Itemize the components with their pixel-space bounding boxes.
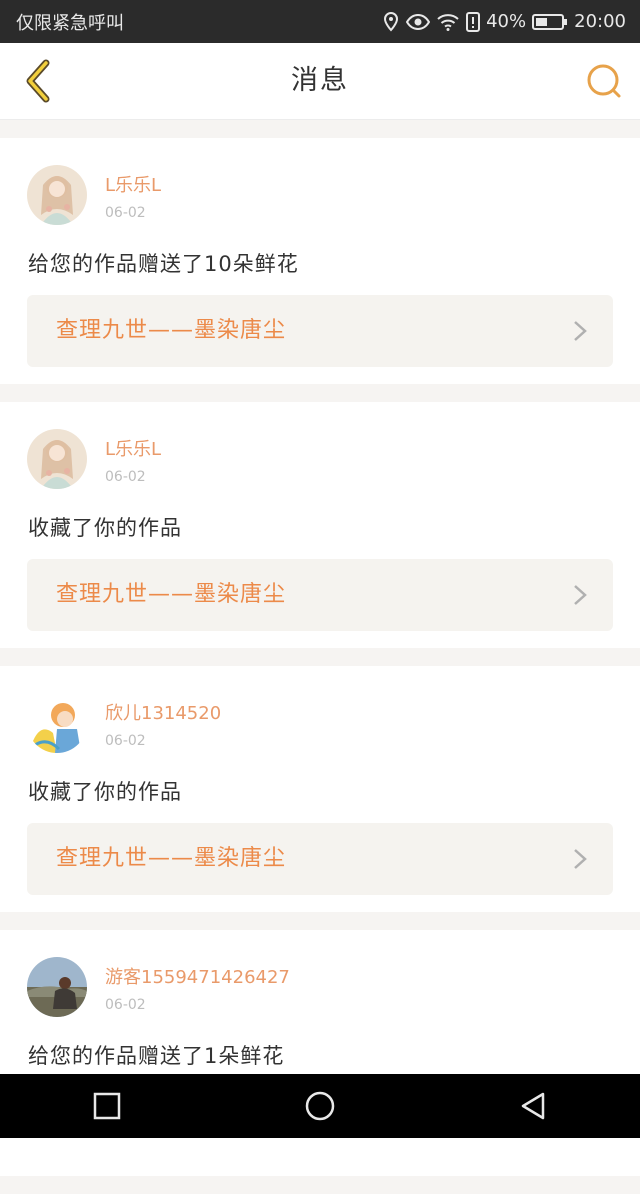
- avatar[interactable]: [27, 165, 87, 225]
- clock-time: 20:00: [574, 11, 626, 32]
- search-button[interactable]: [582, 59, 626, 103]
- username[interactable]: L乐乐L: [105, 435, 161, 461]
- page-title: 消息: [291, 65, 349, 96]
- home-button[interactable]: [285, 1081, 355, 1131]
- avatar[interactable]: [27, 429, 87, 489]
- username[interactable]: 游客1559471426427: [105, 963, 290, 989]
- message-card: L乐乐L 06-02 给您的作品赠送了10朵鲜花 查理九世——墨染唐尘: [0, 138, 640, 384]
- alert-icon: [466, 11, 481, 32]
- wifi-icon: [437, 13, 459, 31]
- work-link[interactable]: 查理九世——墨染唐尘: [27, 823, 613, 895]
- back-nav-button[interactable]: [498, 1081, 568, 1131]
- work-title: 查理九世——墨染唐尘: [56, 846, 287, 871]
- battery-percent: 40%: [486, 11, 527, 32]
- chevron-right-icon: [574, 849, 587, 869]
- work-title: 查理九世——墨染唐尘: [56, 582, 287, 607]
- message-date: 06-02: [105, 997, 146, 1013]
- message-text: 给您的作品赠送了10朵鲜花: [28, 252, 299, 276]
- work-title: 查理九世——墨染唐尘: [56, 318, 287, 343]
- back-button[interactable]: [14, 55, 60, 107]
- avatar[interactable]: [27, 693, 87, 753]
- chevron-right-icon: [574, 585, 587, 605]
- message-card: 欣儿1314520 06-02 收藏了你的作品 查理九世——墨染唐尘: [0, 666, 640, 912]
- location-icon: [384, 11, 399, 31]
- message-text: 收藏了你的作品: [28, 516, 182, 540]
- message-list: L乐乐L 06-02 给您的作品赠送了10朵鲜花 查理九世——墨染唐尘 L乐乐L…: [0, 138, 640, 1194]
- circle-icon: [305, 1091, 335, 1121]
- triangle-back-icon: [522, 1092, 545, 1120]
- message-text: 给您的作品赠送了1朵鲜花: [28, 1044, 285, 1068]
- app-header: 消息: [0, 43, 640, 120]
- avatar[interactable]: [27, 957, 87, 1017]
- work-link[interactable]: 查理九世——墨染唐尘: [27, 559, 613, 631]
- username[interactable]: 欣儿1314520: [105, 699, 221, 725]
- message-date: 06-02: [105, 205, 146, 221]
- message-card: 游客1559471426427 06-02 给您的作品赠送了1朵鲜花: [0, 930, 640, 1176]
- chevron-left-icon: [26, 59, 50, 103]
- message-date: 06-02: [105, 469, 146, 485]
- status-bar: 仅限紧急呼叫 40% 20:00: [0, 0, 640, 43]
- recent-apps-button[interactable]: [72, 1081, 142, 1131]
- search-icon: [587, 64, 621, 98]
- battery-icon: [532, 13, 568, 31]
- eye-icon: [406, 13, 431, 30]
- square-icon: [93, 1092, 120, 1120]
- message-date: 06-02: [105, 733, 146, 749]
- message-text: 收藏了你的作品: [28, 780, 182, 804]
- message-card: L乐乐L 06-02 收藏了你的作品 查理九世——墨染唐尘: [0, 402, 640, 648]
- username[interactable]: L乐乐L: [105, 171, 161, 197]
- carrier-text: 仅限紧急呼叫: [16, 12, 124, 34]
- chevron-right-icon: [574, 321, 587, 341]
- work-link[interactable]: 查理九世——墨染唐尘: [27, 295, 613, 367]
- system-nav-bar: [0, 1074, 640, 1138]
